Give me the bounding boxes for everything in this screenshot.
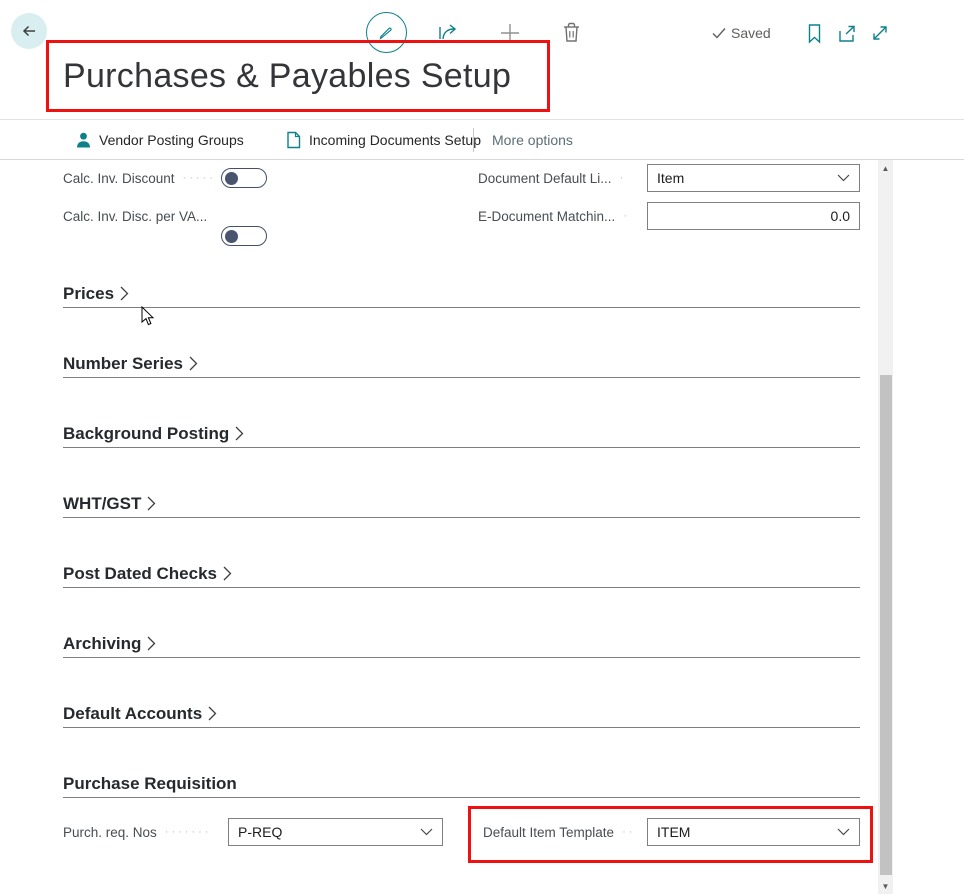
dropdown-default-item-template[interactable]: ITEM: [647, 818, 860, 846]
chevron-right-icon: [120, 286, 129, 301]
plus-icon: [498, 21, 522, 45]
expand-button[interactable]: [870, 23, 890, 43]
chevron-down-icon: [837, 174, 850, 182]
delete-button[interactable]: [560, 20, 583, 45]
chevron-right-icon: [235, 426, 244, 441]
toggle-knob: [225, 230, 238, 243]
pencil-icon: [377, 23, 396, 42]
page-title: Purchases & Payables Setup: [63, 57, 511, 96]
new-button[interactable]: [498, 21, 522, 45]
dropdown-document-default-line-type[interactable]: Item: [647, 164, 860, 192]
field-label-e-document-matching: E-Document Matchin... ·: [478, 202, 640, 230]
field-label-calc-inv-disc-per-vat: Calc. Inv. Disc. per VA... ·: [63, 202, 215, 230]
toggle-calc-inv-disc-per-vat[interactable]: [221, 226, 267, 246]
e-document-matching-input[interactable]: [648, 203, 859, 229]
toggle-calc-inv-discount[interactable]: [221, 168, 267, 188]
scrollbar-down-button[interactable]: ▼: [878, 878, 893, 894]
chevron-right-icon: [147, 636, 156, 651]
section-header-purchase-requisition[interactable]: Purchase Requisition: [63, 770, 860, 798]
field-label-default-item-template: Default Item Template ··: [483, 818, 640, 846]
purchases-payables-setup-page: Saved Purchases & Payables Setup: [0, 0, 964, 894]
more-options-label: More options: [492, 132, 573, 148]
chevron-down-icon: [837, 828, 850, 836]
more-options-button[interactable]: More options: [492, 120, 573, 159]
section-header-archiving[interactable]: Archiving: [63, 630, 860, 658]
dropdown-value: ITEM: [657, 824, 837, 840]
bookmark-icon: [806, 23, 823, 44]
field-label-document-default-line-type: Document Default Li... ·: [478, 164, 640, 192]
person-icon: [76, 132, 91, 148]
action-menu-bar: Vendor Posting Groups Incoming Documents…: [0, 119, 964, 160]
edit-button[interactable]: [366, 12, 407, 53]
section-header-prices[interactable]: Prices: [63, 280, 860, 308]
chevron-right-icon: [147, 496, 156, 511]
share-icon: [437, 21, 461, 44]
menu-item-label: Incoming Documents Setup: [309, 132, 481, 148]
dropdown-purch-req-nos[interactable]: P-REQ: [228, 818, 443, 846]
field-label-calc-inv-discount: Calc. Inv. Discount ·····: [63, 164, 215, 192]
chevron-right-icon: [208, 706, 217, 721]
section-header-number-series[interactable]: Number Series: [63, 350, 860, 378]
open-in-new-window-button[interactable]: [838, 25, 859, 43]
field-label-purch-req-nos: Purch. req. Nos ·······: [63, 818, 221, 846]
section-header-wht-gst[interactable]: WHT/GST: [63, 490, 860, 518]
chevron-right-icon: [189, 356, 198, 371]
share-button[interactable]: [437, 21, 461, 44]
section-header-default-accounts[interactable]: Default Accounts: [63, 700, 860, 728]
menu-item-incoming-documents-setup[interactable]: Incoming Documents Setup: [286, 120, 481, 159]
expand-diagonal-icon: [870, 23, 890, 43]
save-status: Saved: [712, 25, 771, 41]
toggle-knob: [225, 172, 238, 185]
trash-icon: [560, 20, 583, 45]
dropdown-value: P-REQ: [238, 824, 420, 840]
scrollbar-thumb[interactable]: [880, 375, 892, 875]
menu-item-vendor-posting-groups[interactable]: Vendor Posting Groups: [76, 120, 244, 159]
input-e-document-matching: [647, 202, 860, 230]
vertical-scrollbar[interactable]: ▲ ▼: [878, 160, 893, 894]
chevron-down-icon: [420, 828, 433, 836]
check-icon: [712, 27, 726, 39]
menu-separator: [473, 128, 474, 152]
mouse-cursor: [141, 306, 156, 327]
section-header-background-posting[interactable]: Background Posting: [63, 420, 860, 448]
dropdown-value: Item: [657, 170, 837, 186]
menu-item-label: Vendor Posting Groups: [99, 132, 244, 148]
back-arrow-icon: [19, 21, 39, 41]
document-icon: [286, 131, 301, 149]
bookmark-button[interactable]: [806, 23, 823, 44]
scrollbar-up-button[interactable]: ▲: [878, 160, 893, 176]
saved-label: Saved: [731, 25, 771, 41]
chevron-right-icon: [223, 566, 232, 581]
back-button[interactable]: [11, 13, 47, 49]
section-header-post-dated-checks[interactable]: Post Dated Checks: [63, 560, 860, 588]
popout-icon: [838, 25, 859, 43]
